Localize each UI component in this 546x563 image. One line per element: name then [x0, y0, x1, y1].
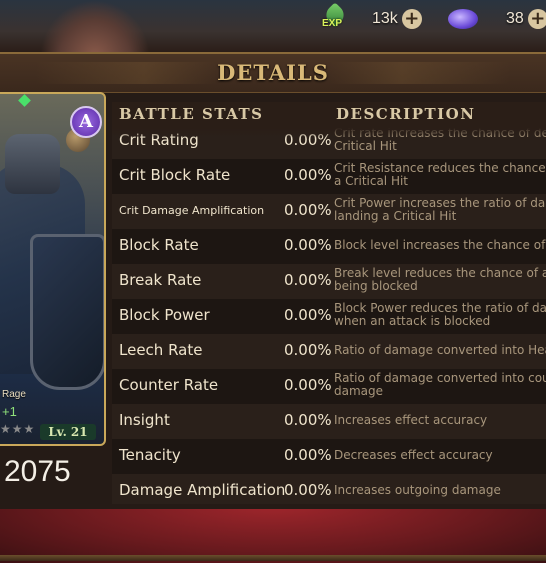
stat-description-line-2: a Critical Hit: [334, 174, 409, 188]
stat-value: 0.00%: [284, 271, 332, 289]
table-row: Insight 0.00% Increases effect accuracy: [112, 404, 546, 439]
panel-bottom-border: [0, 555, 546, 561]
gem-icon: [448, 9, 478, 29]
exp-resource: EXP 13k +: [322, 2, 422, 32]
stat-description: Ratio of damage converted into coun damag…: [334, 372, 546, 398]
column-header-description: DESCRIPTION: [336, 105, 476, 123]
stat-description: Decreases effect accuracy: [334, 449, 546, 462]
stat-description-line-1: Increases effect accuracy: [334, 414, 488, 427]
background-pavilion: [40, 0, 150, 52]
stat-description: Crit Power increases the ratio of dam lan…: [334, 197, 546, 223]
stat-value: 0.00%: [284, 306, 332, 324]
stat-name: Insight: [119, 411, 170, 429]
table-row: Damage Amplification 0.00% Increases outgo…: [112, 474, 546, 504]
stat-description: Crit Resistance reduces the chance oa Cr…: [334, 162, 546, 188]
table-row: Counter Rate 0.00% Ratio of damage convert…: [112, 369, 546, 404]
stat-description: Ratio of damage converted into Heal: [334, 344, 546, 357]
stat-value: 0.00%: [284, 201, 332, 219]
stat-description: Break level reduces the chance of att bei…: [334, 267, 546, 293]
stat-name: Block Rate: [119, 236, 199, 254]
table-row: Block Power 0.00% Block Power reduces the …: [112, 299, 546, 334]
panel-header: DETAILS: [0, 54, 546, 93]
stat-name: Crit Damage Amplification: [119, 204, 265, 217]
stat-name: Leech Rate: [119, 341, 203, 359]
stat-value: 0.00%: [284, 411, 332, 429]
hero-card[interactable]: A Rage +1 ★★★ Lv. 21: [0, 92, 106, 446]
gem-resource: 38 +: [448, 8, 546, 30]
exp-value: 13k: [372, 10, 398, 27]
stat-description-line-2: being blocked: [334, 279, 418, 293]
stat-description: Increases outgoing damage: [334, 484, 546, 497]
star-rating: ★★★: [0, 422, 36, 436]
stat-description-line-1: Ratio of damage converted into Heal: [334, 344, 546, 357]
grade-badge: A: [70, 106, 102, 138]
table-row: Tenacity 0.00% Decreases effect accuracy: [112, 439, 546, 474]
rage-label: Rage: [2, 389, 26, 400]
gem-value: 38: [506, 10, 524, 27]
stat-name: Break Rate: [119, 271, 202, 289]
table-row: Crit Damage Amplification 0.00% Crit Power…: [112, 194, 546, 229]
stat-value: 0.00%: [284, 341, 332, 359]
stats-table[interactable]: BATTLE STATS DESCRIPTION Dodge0.00%Reduc…: [112, 102, 546, 504]
table-row: Block Rate 0.00% Block level increases the…: [112, 229, 546, 264]
stat-name: Block Power: [119, 306, 210, 324]
stats-table-header: BATTLE STATS DESCRIPTION: [112, 102, 546, 128]
stat-description: Block Power reduces the ratio of dam when…: [334, 302, 546, 328]
hero-power: 2075: [4, 455, 71, 488]
table-row: Crit Block Rate 0.00% Crit Resistance redu…: [112, 159, 546, 194]
stat-value: 0.00%: [284, 376, 332, 394]
stat-value: 0.00%: [284, 446, 332, 464]
stat-description-line-2: when an attack is blocked: [334, 314, 491, 328]
stat-name: Tenacity: [119, 446, 181, 464]
stat-description-line-1: Block level increases the chance of b: [334, 239, 546, 252]
stat-value: 0.00%: [284, 166, 332, 184]
gem-indicator-icon: [18, 94, 31, 107]
stat-description-line-2: landing a Critical Hit: [334, 209, 457, 223]
level-badge: Lv. 21: [40, 424, 96, 440]
stat-name: Counter Rate: [119, 376, 219, 394]
panel-title: DETAILS: [217, 60, 329, 85]
stat-description: Increases effect accuracy: [334, 414, 546, 427]
add-gem-button[interactable]: +: [527, 9, 546, 29]
column-header-battle-stats: BATTLE STATS: [119, 105, 264, 123]
stat-description-line-2: Critical Hit: [334, 139, 397, 153]
stat-value: 0.00%: [284, 236, 332, 254]
add-exp-button[interactable]: +: [401, 9, 422, 29]
stat-description-line-1: Decreases effect accuracy: [334, 449, 493, 462]
bonus-label: +1: [2, 404, 17, 419]
stats-rows: Dodge0.00%Reduces attack accuracyCrit Ra…: [112, 102, 546, 504]
stat-description: Block level increases the chance of b: [334, 239, 546, 252]
stat-description-line-1: Increases outgoing damage: [334, 484, 501, 497]
exp-icon: EXP: [322, 2, 348, 32]
stat-value: 0.00%: [284, 481, 332, 499]
table-row: Leech Rate 0.00% Ratio of damage converted…: [112, 334, 546, 369]
stat-name: Damage Amplification: [119, 481, 286, 499]
table-row: Break Rate 0.00% Break level reduces the c…: [112, 264, 546, 299]
stat-description-line-2: damage: [334, 384, 384, 398]
stat-name: Crit Block Rate: [119, 166, 231, 184]
